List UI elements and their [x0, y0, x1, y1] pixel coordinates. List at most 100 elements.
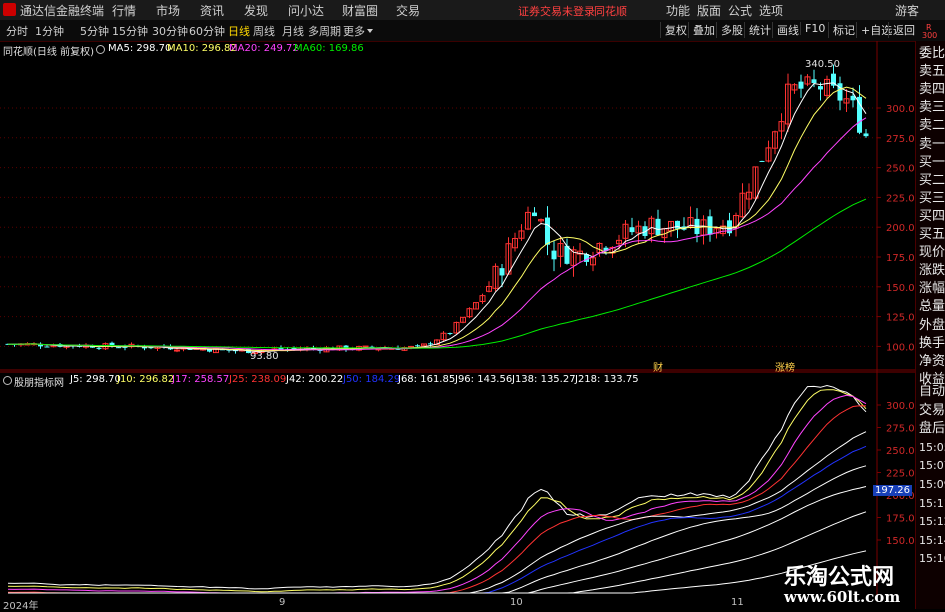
mark-button[interactable]: 标记 [828, 22, 855, 38]
trade-login-notice[interactable]: 证券交易未登录 [518, 3, 595, 19]
watermark-title: 乐淘公式网 [784, 565, 895, 590]
period-monthly[interactable]: 月线 [282, 23, 304, 39]
quote-field: 卖五 [919, 64, 945, 80]
period-60min[interactable]: 60分钟 [189, 23, 225, 39]
j50-label: J50: 184.29 [343, 374, 401, 385]
ma10-label: MA10: 296.82 [167, 43, 237, 54]
kline-panel[interactable]: 300.0 275.0 250.0 225.0 200.0 175.0 150.0 125.0… [0, 41, 945, 374]
quote-field: 买四 [919, 208, 945, 224]
stats-button[interactable]: 统计 [744, 22, 771, 38]
period-5min[interactable]: 5分钟 [80, 23, 109, 39]
menu-news[interactable]: 资讯 [200, 2, 224, 19]
date-axis: 2024年 9 10 11 [0, 596, 877, 612]
indicator-line [7, 384, 867, 590]
period-daily[interactable]: 日线 [228, 23, 250, 39]
candle-body [532, 212, 537, 217]
main-y-tick-label: 300.0 [886, 104, 915, 115]
date-sep: 9 [279, 597, 286, 608]
menu-market[interactable]: 市场 [156, 2, 180, 19]
period-1min[interactable]: 1分钟 [35, 23, 64, 39]
candle-body [564, 245, 570, 264]
quote-field: 自动 [919, 384, 945, 399]
add-watchlist-button[interactable]: +自选 [856, 22, 892, 38]
period-15min[interactable]: 15分钟 [112, 23, 148, 39]
ma5-label: MA5: 298.70 [108, 43, 172, 54]
adjust-button[interactable]: 复权 [660, 22, 687, 38]
draw-line-button[interactable]: 画线 [772, 22, 799, 38]
candle-body [551, 250, 557, 260]
main-y-tick-label: 150.0 [886, 283, 915, 294]
quote-field: 买一 [919, 154, 945, 170]
j5-label: J5: 298.70 [70, 374, 121, 385]
candle-body [415, 345, 420, 347]
quote-field: 涨跌 [919, 263, 945, 279]
candle-body [116, 347, 121, 349]
period-more[interactable]: 更多 [343, 23, 365, 39]
multi-stock-button[interactable]: 多股 [716, 22, 743, 38]
ma20-label: MA20: 249.72 [229, 43, 299, 54]
quote-field: 15:11 [919, 496, 945, 510]
menu-ask[interactable]: 问小达 [288, 2, 324, 19]
j68-label: J68: 161.85 [398, 374, 456, 385]
menu-function[interactable]: 功能 [666, 2, 690, 19]
menu-quotes[interactable]: 行情 [112, 2, 136, 19]
quote-field: 卖一 [919, 136, 945, 152]
main-y-tick-label: 275.0 [886, 134, 915, 145]
indicator-line [8, 431, 867, 594]
menu-formula[interactable]: 公式 [728, 2, 752, 19]
quote-field: 15:12 [919, 515, 945, 529]
j218-label: J218: 133.75 [575, 374, 639, 385]
period-tick[interactable]: 分时 [6, 23, 28, 39]
ind-y-tick-label: 175.0 [886, 514, 915, 525]
ind-y-tick-label: 225.0 [886, 469, 915, 480]
period-multi[interactable]: 多周期 [308, 23, 341, 39]
menu-wealth[interactable]: 财富圈 [342, 2, 378, 19]
indicator-line [7, 394, 867, 594]
candle-body [863, 133, 869, 137]
indicator-name[interactable]: 股朋指标网 [14, 374, 64, 389]
menu-options[interactable]: 选项 [759, 2, 783, 19]
guest-button[interactable]: 游客 [895, 2, 919, 19]
quote-field: 换手 [919, 335, 945, 351]
f10-button[interactable]: F10 [800, 22, 825, 35]
ind-y-tick-label: 275.0 [886, 424, 915, 435]
chart-title: 同花顺(日线 前复权) [3, 47, 94, 58]
indicator-gear-icon[interactable] [3, 376, 12, 385]
period-weekly[interactable]: 周线 [253, 23, 275, 39]
more-dropdown-icon[interactable] [367, 29, 373, 33]
main-y-tick-label: 200.0 [886, 223, 915, 234]
quote-field: 15:16 [919, 552, 945, 566]
low-price-label: 93.80 [250, 351, 279, 362]
quote-field: 卖三 [919, 100, 945, 116]
candle-body [428, 343, 433, 345]
ma10-line [7, 86, 867, 352]
quote-field: 外盘 [919, 317, 945, 333]
j96-label: J96: 143.56 [455, 374, 513, 385]
j42-label: J42: 200.22 [286, 374, 344, 385]
menu-trade[interactable]: 交易 [396, 2, 420, 19]
quote-field: 15:14 [919, 533, 945, 547]
indicator-line [8, 465, 867, 594]
candle-body [811, 79, 817, 84]
candle-body [38, 344, 43, 347]
date-2024: 2024年 [3, 601, 39, 612]
j17-label: J17: 258.57 [172, 374, 230, 385]
kline-chart[interactable]: 300.0 275.0 250.0 225.0 200.0 175.0 150.0 125.0… [0, 41, 945, 371]
ma5-line [7, 82, 867, 352]
candle-body [44, 346, 50, 348]
settings-gear-icon[interactable] [96, 45, 105, 54]
j25-label: J25: 238.09 [229, 374, 287, 385]
period-30min[interactable]: 30分钟 [152, 23, 188, 39]
quote-field: 交易 [919, 402, 945, 418]
menu-discover[interactable]: 发现 [244, 2, 268, 19]
overlay-button[interactable]: 叠加 [688, 22, 715, 38]
candle-body [499, 268, 505, 276]
candle-body [655, 218, 661, 236]
date-oct: 10 [510, 597, 523, 608]
menu-layout[interactable]: 版面 [697, 2, 721, 19]
quote-field: 买五 [919, 227, 945, 242]
back-button[interactable]: 返回 [888, 22, 915, 38]
quote-field: 15:05 [919, 440, 945, 454]
menu-bar: 通达信金融终端 行情 市场 资讯 发现 问小达 财富圈 交易 证券交易未登录 同… [0, 0, 945, 21]
main-y-tick-label: 125.0 [886, 313, 915, 324]
